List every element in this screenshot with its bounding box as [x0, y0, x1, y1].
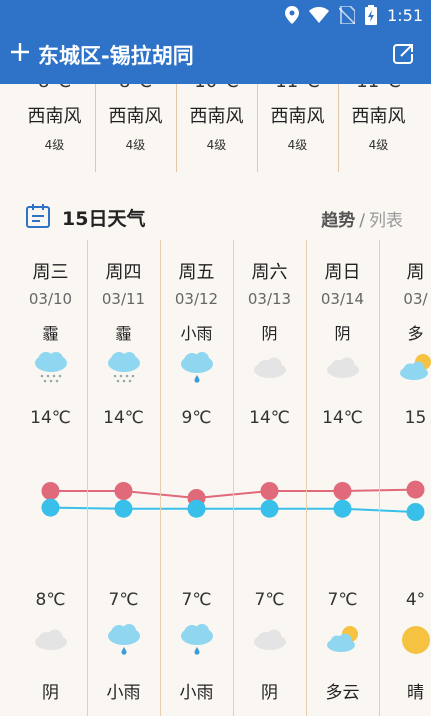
- partly-cloudy-icon: [397, 350, 431, 386]
- list-toggle-button[interactable]: 列表: [369, 211, 403, 231]
- day-name: 周: [406, 262, 425, 283]
- day-high-temp: 14℃: [103, 408, 144, 428]
- clock-time: 1:51: [387, 5, 423, 25]
- calendar-icon: [25, 203, 51, 229]
- day-date: 03/13: [247, 290, 292, 308]
- day-condition: 阴: [334, 324, 351, 343]
- forecast-header: 15日天气 趋势 / 列表: [0, 196, 431, 236]
- view-toggle: 趋势 / 列表: [321, 206, 403, 231]
- day-column[interactable]: 周四 03/11 霾 14℃ 7℃ 小雨: [87, 240, 160, 716]
- daily-forecast[interactable]: 周三 03/10 霾 14℃ 8℃ 阴 周四 03/11 霾 14℃ 7℃ 小雨 周五 03/12 小雨 9℃…: [0, 240, 431, 716]
- day-low-temp: 4°: [405, 590, 426, 610]
- night-condition: 多云: [325, 683, 360, 703]
- hourly-item: 11°C 西南风 4级: [338, 84, 419, 170]
- haze-icon: [32, 350, 70, 386]
- hourly-wind-level: 4级: [368, 138, 389, 152]
- day-low-temp: 8℃: [35, 590, 66, 610]
- light-rain-icon: [105, 622, 143, 658]
- partly-cloudy-icon: [324, 622, 362, 658]
- no-sim-icon: [339, 6, 356, 24]
- sunny-icon: [397, 622, 431, 658]
- hourly-wind-dir: 西南风: [189, 106, 244, 127]
- day-column[interactable]: 周五 03/12 小雨 9℃ 7℃ 小雨: [160, 240, 233, 716]
- status-bar: 1:51: [0, 0, 431, 30]
- hourly-wind-level: 4级: [287, 138, 308, 152]
- day-high-temp: 14℃: [249, 408, 290, 428]
- day-date: 03/11: [101, 290, 146, 308]
- night-condition: 晴: [407, 683, 424, 703]
- day-column[interactable]: 周六 03/13 阴 14℃ 7℃ 阴: [233, 240, 306, 716]
- city-title[interactable]: 东城区-锡拉胡同: [38, 40, 194, 70]
- day-high-temp: 14℃: [322, 408, 363, 428]
- hourly-wind-level: 4级: [44, 138, 65, 152]
- day-condition: 阴: [261, 324, 278, 343]
- day-low-temp: 7℃: [327, 590, 358, 610]
- light-rain-icon: [178, 622, 216, 658]
- hourly-wind-level: 4级: [206, 138, 227, 152]
- app-bar: 东城区-锡拉胡同: [0, 30, 431, 84]
- hourly-temp: 10°C: [176, 84, 257, 94]
- day-name: 周日: [324, 262, 361, 283]
- hourly-item: 10°C 西南风 4级: [176, 84, 257, 170]
- cloudy-icon: [251, 622, 289, 658]
- day-date: 03/12: [174, 290, 219, 308]
- share-icon[interactable]: [389, 40, 417, 68]
- night-condition: 阴: [42, 683, 59, 703]
- day-condition: 霾: [115, 324, 132, 343]
- battery-icon: [365, 5, 378, 25]
- add-city-icon[interactable]: [8, 40, 32, 64]
- day-high-temp: 14℃: [30, 408, 71, 428]
- night-condition: 小雨: [106, 683, 141, 703]
- day-name: 周三: [32, 262, 69, 283]
- day-date: 03/: [403, 290, 428, 308]
- day-name: 周四: [105, 262, 142, 283]
- day-column[interactable]: 周 03/多 15 4° 晴: [379, 240, 431, 716]
- cloudy-icon: [32, 622, 70, 658]
- day-name: 周六: [251, 262, 288, 283]
- location-icon: [285, 6, 300, 24]
- hourly-wind-dir: 西南风: [351, 106, 406, 127]
- day-column[interactable]: 周日 03/14 阴 14℃ 7℃ 多云: [306, 240, 379, 716]
- night-condition: 阴: [261, 683, 278, 703]
- cloudy-icon: [251, 350, 289, 386]
- haze-icon: [105, 350, 143, 386]
- cloudy-icon: [324, 350, 362, 386]
- hourly-strip[interactable]: 8°C 西南风 4级 8°C 西南风 4级 10°C 西南风 4级 11°C 西…: [0, 84, 431, 174]
- day-high-temp: 15: [404, 408, 427, 428]
- day-condition: 小雨: [180, 324, 213, 343]
- hourly-wind-dir: 西南风: [27, 106, 82, 127]
- night-condition: 小雨: [179, 683, 214, 703]
- hourly-item: 8°C 西南风 4级: [14, 84, 95, 170]
- hourly-temp: 11°C: [257, 84, 338, 94]
- hourly-temp: 8°C: [95, 84, 176, 94]
- hourly-temp: 8°C: [14, 84, 95, 94]
- hourly-wind-level: 4级: [125, 138, 146, 152]
- wifi-icon: [309, 7, 330, 23]
- hourly-item: 11°C 西南风 4级: [257, 84, 338, 170]
- light-rain-icon: [178, 350, 216, 386]
- day-condition: 多: [407, 324, 424, 343]
- day-date: 03/14: [320, 290, 365, 308]
- day-low-temp: 7℃: [108, 590, 139, 610]
- day-low-temp: 7℃: [181, 590, 212, 610]
- main-content[interactable]: 8°C 西南风 4级 8°C 西南风 4级 10°C 西南风 4级 11°C 西…: [0, 84, 431, 716]
- toggle-separator: /: [359, 211, 365, 231]
- forecast-title: 15日天气: [62, 208, 146, 230]
- trend-toggle-button[interactable]: 趋势: [321, 211, 355, 231]
- day-condition: 霾: [42, 324, 59, 343]
- hourly-wind-dir: 西南风: [270, 106, 325, 127]
- day-low-temp: 7℃: [254, 590, 285, 610]
- day-date: 03/10: [28, 290, 73, 308]
- hourly-wind-dir: 西南风: [108, 106, 163, 127]
- hourly-item: 8°C 西南风 4级: [95, 84, 176, 170]
- hourly-temp: 11°C: [338, 84, 419, 94]
- day-column[interactable]: 周三 03/10 霾 14℃ 8℃ 阴: [14, 240, 87, 716]
- day-high-temp: 9℃: [181, 408, 212, 428]
- day-name: 周五: [178, 262, 215, 283]
